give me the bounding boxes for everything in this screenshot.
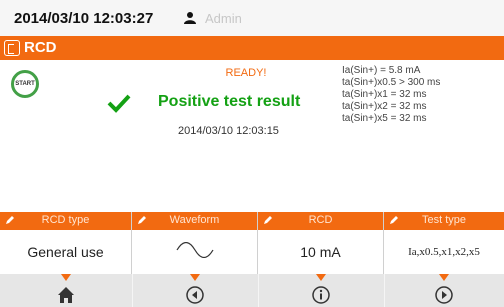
orange-marker	[439, 274, 449, 281]
orange-marker	[190, 274, 200, 281]
reading-ta-x1: ta(Sin+)x1 = 32 ms	[342, 89, 427, 100]
param-header: Waveform	[132, 212, 257, 230]
measurement-readings: Ia(Sin+) = 5.8 mA ta(Sin+)x0.5 > 300 ms …	[342, 65, 440, 125]
param-value: 10 mA	[300, 244, 341, 260]
param-value: Ia,x0.5,x1,x2,x5	[408, 246, 480, 258]
reading-ia: Ia(Sin+) = 5.8 mA	[342, 65, 421, 76]
current-datetime: 2014/03/10 12:03:27	[14, 10, 154, 27]
param-test-type[interactable]: Test type Ia,x0.5,x1,x2,x5	[384, 212, 504, 274]
back-button[interactable]	[132, 274, 258, 307]
next-icon	[435, 286, 453, 304]
param-header: Test type	[384, 212, 504, 230]
top-status-bar: 2014/03/10 12:03:27 Admin	[0, 0, 504, 36]
rcd-icon	[4, 40, 20, 56]
orange-marker	[61, 274, 71, 281]
checkmark-icon	[107, 94, 131, 113]
reading-ta-x5: ta(Sin+)x5 = 32 ms	[342, 113, 427, 124]
ready-status: READY!	[225, 67, 267, 79]
param-rcd[interactable]: RCD 10 mA	[258, 212, 384, 274]
info-button[interactable]	[258, 274, 384, 307]
reading-ta-x2: ta(Sin+)x2 = 32 ms	[342, 101, 427, 112]
page-title: RCD	[24, 39, 57, 56]
param-label: Waveform	[169, 214, 220, 226]
param-header: RCD	[258, 212, 383, 230]
param-label: RCD	[308, 214, 333, 226]
back-icon	[186, 286, 204, 304]
bottom-nav	[0, 274, 504, 307]
home-icon	[58, 287, 74, 303]
param-waveform[interactable]: Waveform	[132, 212, 258, 274]
param-header: RCD type	[0, 212, 131, 230]
start-label: START	[15, 81, 35, 87]
param-label: Test type	[421, 214, 467, 226]
param-rcd-type[interactable]: RCD type General use	[0, 212, 132, 274]
info-icon	[312, 286, 330, 304]
measurement-panel: START READY! Positive test result 2014/0…	[0, 60, 504, 212]
sine-wave-icon	[175, 242, 214, 258]
title-bar: RCD	[0, 36, 504, 60]
reading-ta-x05: ta(Sin+)x0.5 > 300 ms	[342, 77, 441, 88]
orange-marker	[316, 274, 326, 281]
param-label: RCD type	[41, 214, 90, 226]
parameter-bar: RCD type General use Waveform RCD 10 mA …	[0, 212, 504, 274]
next-button[interactable]	[384, 274, 504, 307]
user-name: Admin	[205, 11, 242, 26]
result-timestamp: 2014/03/10 12:03:15	[178, 125, 279, 137]
param-value: General use	[27, 244, 104, 260]
user-icon	[184, 12, 196, 24]
test-result: Positive test result	[158, 93, 301, 110]
start-button[interactable]: START	[11, 70, 39, 98]
home-button[interactable]	[0, 274, 132, 307]
